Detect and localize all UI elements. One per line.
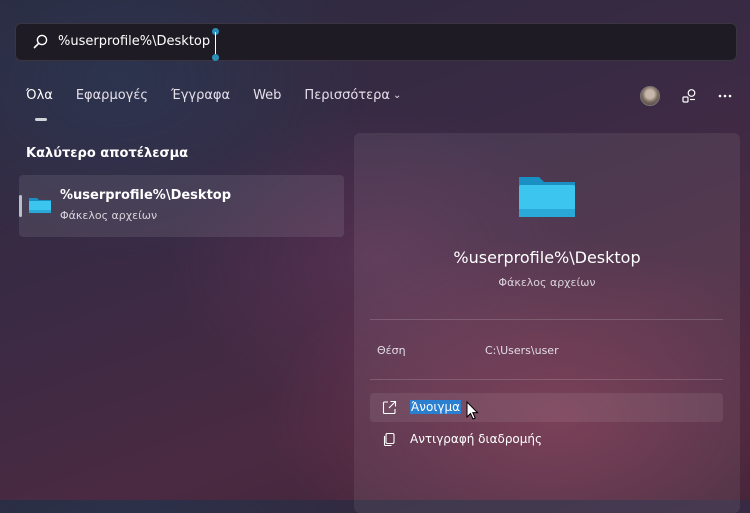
search-input[interactable]: %userprofile%\Desktop [58, 34, 210, 49]
chevron-down-icon: ⌄ [392, 90, 402, 101]
location-label: Θέση [377, 344, 406, 357]
header-actions [640, 86, 734, 106]
mouse-cursor-icon [466, 400, 480, 421]
open-external-icon [382, 400, 397, 415]
divider [370, 379, 723, 380]
more-options-icon[interactable] [716, 87, 734, 105]
tab-web[interactable]: Web [253, 88, 281, 112]
folder-large-icon [517, 173, 577, 219]
tab-all[interactable]: Όλα [26, 88, 53, 121]
best-match-result[interactable]: %userprofile%\Desktop Φάκελος αρχείων [19, 175, 344, 237]
best-match-heading: Καλύτερο αποτέλεσμα [26, 146, 189, 161]
detail-title: %userprofile%\Desktop [453, 248, 641, 267]
copy-icon [382, 432, 397, 447]
copy-path-label: Αντιγραφή διαδρομής [410, 432, 543, 446]
result-name: %userprofile%\Desktop [60, 188, 232, 203]
detail-subtitle: Φάκελος αρχείων [498, 276, 596, 289]
open-action-label: Άνοιγμα [410, 400, 462, 414]
text-caret [212, 28, 219, 61]
search-icon [32, 33, 50, 51]
tab-apps[interactable]: Εφαρμογές [76, 88, 148, 112]
tab-documents[interactable]: Έγγραφα [171, 88, 230, 112]
avatar[interactable] [640, 86, 660, 106]
copy-path-action[interactable]: Αντιγραφή διαδρομής [370, 425, 723, 454]
result-type: Φάκελος αρχείων [60, 209, 158, 222]
folder-icon [28, 195, 52, 215]
search-box[interactable]: %userprofile%\Desktop [15, 23, 737, 61]
location-value: C:\Users\user [485, 344, 559, 357]
divider [370, 319, 723, 320]
rewards-share-icon[interactable] [680, 87, 698, 105]
detail-panel: %userprofile%\Desktop Φάκελος αρχείων Θέ… [354, 133, 740, 513]
tab-more[interactable]: Περισσότερα ⌄ [304, 88, 401, 112]
selection-indicator [19, 195, 22, 217]
filter-tabs: Όλα Εφαρμογές Έγγραφα Web Περισσότερα ⌄ [26, 88, 424, 121]
tab-more-label: Περισσότερα [304, 88, 390, 103]
open-action[interactable]: Άνοιγμα [370, 393, 723, 422]
